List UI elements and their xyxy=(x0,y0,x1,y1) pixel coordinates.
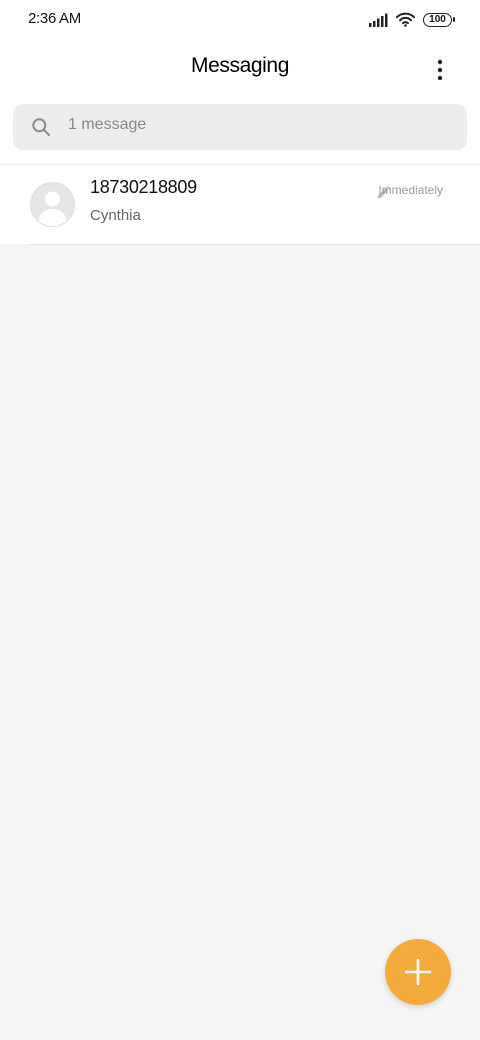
search-input[interactable]: 1 message xyxy=(13,104,467,150)
more-vertical-icon xyxy=(437,59,443,81)
conversation-time: Immediately xyxy=(378,183,443,197)
status-time: 2:36 AM xyxy=(28,10,81,27)
conversation-item[interactable]: 18730218809 Cynthia Immediately xyxy=(0,165,480,244)
title-bar: Messaging xyxy=(0,44,480,92)
battery-indicator: 100 xyxy=(423,12,455,27)
search-placeholder: 1 message xyxy=(68,116,147,133)
conversation-contact-name: Cynthia xyxy=(90,207,141,224)
status-bar: 2:36 AM 100 xyxy=(0,0,480,40)
divider xyxy=(30,244,480,245)
status-icons: 100 xyxy=(369,12,455,27)
plus-icon xyxy=(404,958,432,986)
default-avatar-icon xyxy=(38,191,67,226)
search-icon xyxy=(32,118,50,136)
header-area: 2:36 AM 100 Messaging 1 message xyxy=(0,0,480,164)
conversation-number: 18730218809 xyxy=(90,177,197,197)
more-options-button[interactable] xyxy=(426,56,454,84)
wifi-icon xyxy=(396,12,415,27)
new-message-button[interactable] xyxy=(385,939,451,1005)
avatar[interactable] xyxy=(30,182,75,227)
signal-bars-icon xyxy=(369,13,388,27)
page-title: Messaging xyxy=(191,54,289,77)
messaging-screen: 2:36 AM 100 Messaging 1 message 18730218… xyxy=(0,0,480,1040)
